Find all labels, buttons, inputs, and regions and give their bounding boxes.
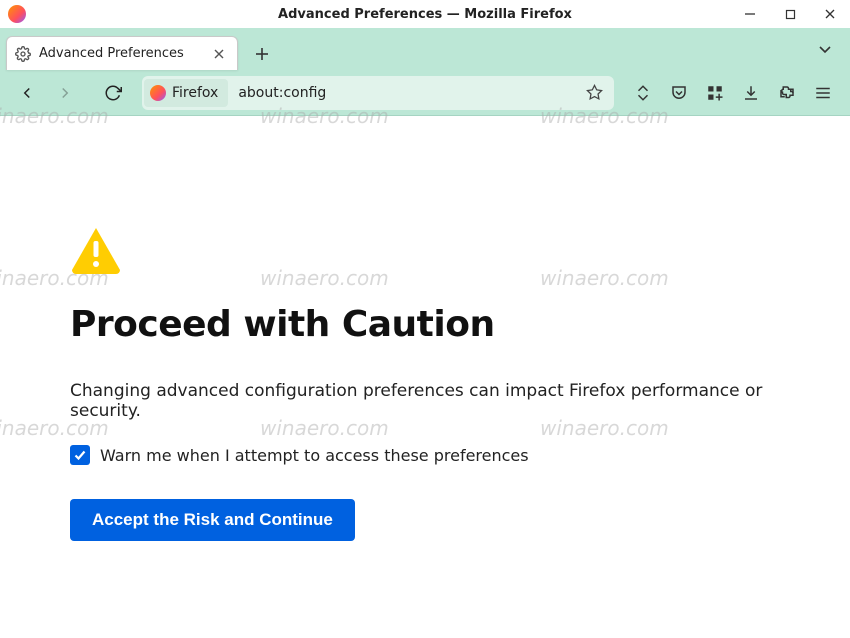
page-description: Changing advanced configuration preferen… xyxy=(70,381,780,421)
warn-checkbox[interactable] xyxy=(70,445,90,465)
pocket-button[interactable] xyxy=(662,76,696,110)
window-minimize-button[interactable] xyxy=(730,0,770,28)
tabs-list-button[interactable] xyxy=(814,38,836,60)
window-close-button[interactable] xyxy=(810,0,850,28)
window-maximize-button[interactable] xyxy=(770,0,810,28)
gear-icon xyxy=(15,46,31,62)
new-tab-button[interactable] xyxy=(246,38,278,70)
watermark: winaero.com xyxy=(260,266,389,290)
tab-close-button[interactable] xyxy=(209,44,229,64)
page-headline: Proceed with Caution xyxy=(70,304,780,345)
app-menu-button[interactable] xyxy=(806,76,840,110)
url-identity-label: Firefox xyxy=(172,85,218,101)
accept-risk-button[interactable]: Accept the Risk and Continue xyxy=(70,499,355,541)
bookmark-star-button[interactable] xyxy=(580,79,608,107)
extensions-button[interactable] xyxy=(770,76,804,110)
downloads-button[interactable] xyxy=(734,76,768,110)
page-content: Proceed with Caution Changing advanced c… xyxy=(0,116,850,541)
url-identity-box[interactable]: Firefox xyxy=(144,79,228,107)
url-text: about:config xyxy=(228,85,580,101)
warn-checkbox-row[interactable]: Warn me when I attempt to access these p… xyxy=(70,445,780,465)
warn-checkbox-label: Warn me when I attempt to access these p… xyxy=(100,446,529,465)
watermark: winaero.com xyxy=(540,266,669,290)
screenshot-button[interactable] xyxy=(626,76,660,110)
url-bar[interactable]: Firefox about:config xyxy=(142,76,614,110)
titlebar: Advanced Preferences — Mozilla Firefox xyxy=(0,0,850,28)
window-title: Advanced Preferences — Mozilla Firefox xyxy=(278,7,572,22)
back-button[interactable] xyxy=(10,76,44,110)
nav-toolbar: Firefox about:config xyxy=(0,70,850,116)
tab-advanced-preferences[interactable]: Advanced Preferences xyxy=(6,36,238,70)
tab-strip: Advanced Preferences xyxy=(0,28,850,70)
forward-button[interactable] xyxy=(48,76,82,110)
reload-button[interactable] xyxy=(96,76,130,110)
firefox-icon xyxy=(150,85,166,101)
firefox-app-icon xyxy=(8,5,26,23)
warning-icon xyxy=(70,226,122,274)
addons-button[interactable] xyxy=(698,76,732,110)
tab-title: Advanced Preferences xyxy=(39,46,201,61)
